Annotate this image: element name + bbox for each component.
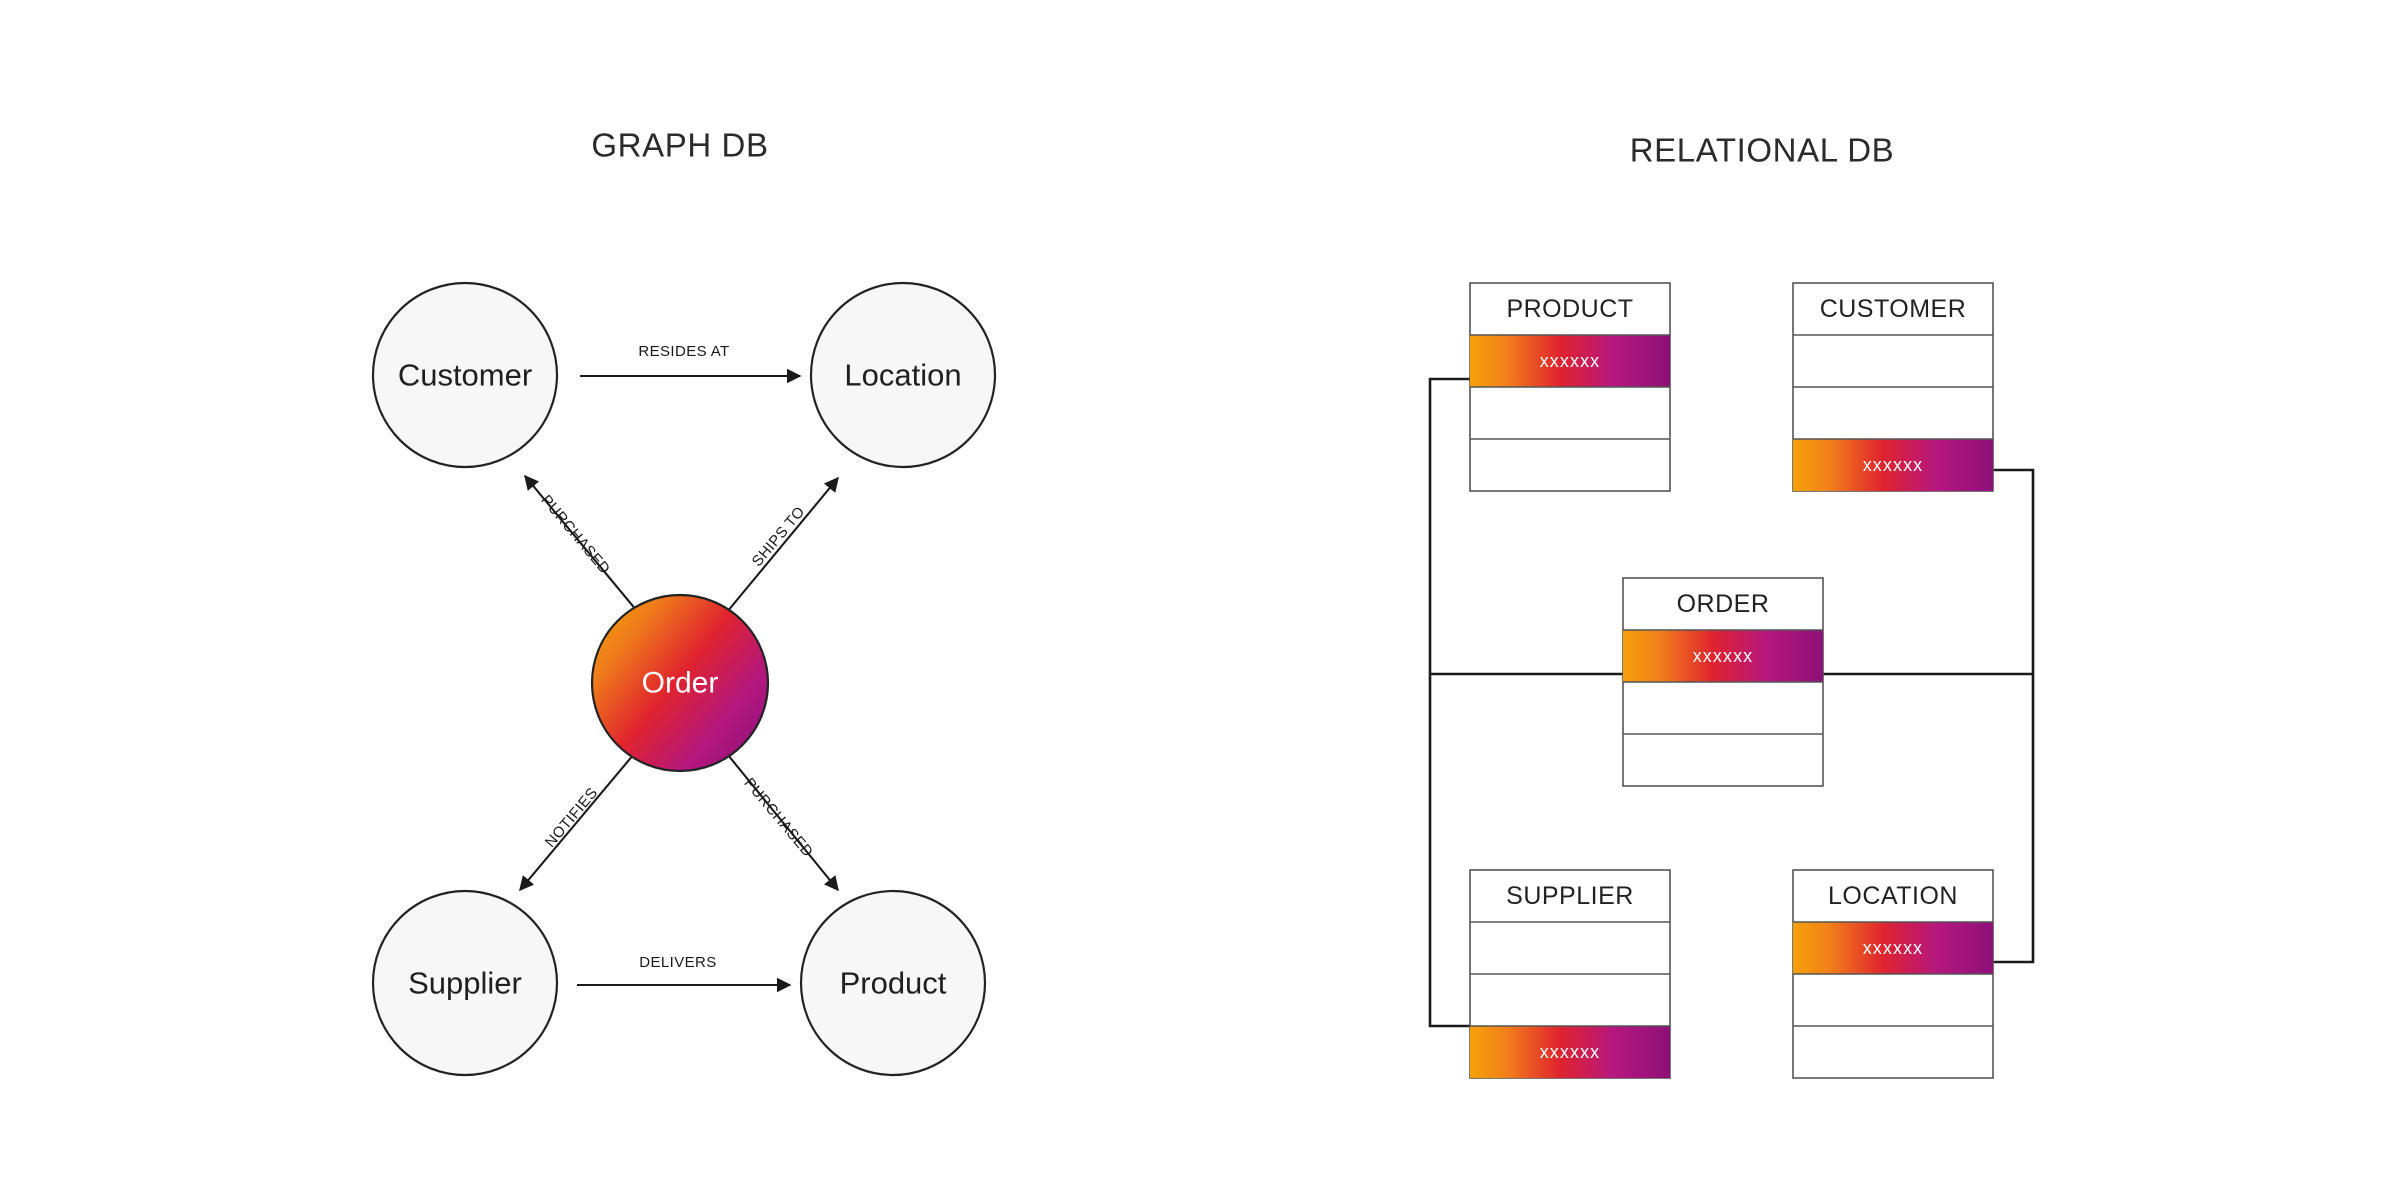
relational-table-product-key-value: xxxxxx (1540, 351, 1601, 371)
diagram-canvas: GRAPH DB RESIDES AT PURCHASED SHIPS TO N… (371, 127, 2035, 1079)
relational-table-location[interactable]: LOCATION xxxxxx (1792, 869, 1994, 1079)
graph-node-product-label: Product (840, 966, 947, 1001)
diagram-root: GRAPH DB RESIDES AT PURCHASED SHIPS TO N… (0, 0, 2400, 1200)
relational-table-supplier[interactable]: SUPPLIER xxxxxx (1469, 869, 1671, 1079)
relational-db-panel: RELATIONAL DB PRODUCT xxxxxx CUSTOMER xx… (1428, 132, 2035, 1079)
edge-ships-to[interactable]: SHIPS TO (726, 476, 839, 613)
edge-delivers[interactable]: DELIVERS (577, 954, 792, 993)
relational-table-order[interactable]: ORDER xxxxxx (1622, 577, 1824, 787)
edge-resides-at[interactable]: RESIDES AT (580, 343, 802, 384)
edge-ships-to-label: SHIPS TO (749, 503, 809, 570)
relational-table-customer-key-value: xxxxxx (1863, 455, 1924, 475)
relational-db-title: RELATIONAL DB (1630, 132, 1895, 169)
relational-table-location-name: LOCATION (1828, 882, 1958, 910)
relational-table-supplier-key-value: xxxxxx (1540, 1042, 1601, 1062)
graph-node-product[interactable]: Product (799, 889, 987, 1077)
edge-purchased-product[interactable]: PURCHASED (727, 754, 839, 892)
edge-purchased-customer[interactable]: PURCHASED (524, 474, 638, 612)
relational-table-product-name: PRODUCT (1506, 295, 1633, 323)
relational-table-order-key-value: xxxxxx (1693, 646, 1754, 666)
edge-notifies[interactable]: NOTIFIES (519, 753, 635, 892)
graph-node-location-label: Location (844, 358, 961, 393)
graph-node-customer-label: Customer (398, 358, 532, 393)
relational-table-customer-name: CUSTOMER (1820, 295, 1967, 323)
relational-table-supplier-name: SUPPLIER (1506, 882, 1634, 910)
edge-purchased-product-label: PURCHASED (740, 775, 816, 861)
graph-node-customer[interactable]: Customer (371, 281, 559, 469)
graph-node-order-label: Order (642, 667, 719, 700)
relational-table-customer[interactable]: CUSTOMER xxxxxx (1792, 282, 1994, 492)
connector-right-bus (1993, 468, 2035, 964)
relational-table-location-key-value: xxxxxx (1863, 938, 1924, 958)
graph-node-order[interactable]: Order (590, 593, 770, 773)
graph-db-panel: GRAPH DB RESIDES AT PURCHASED SHIPS TO N… (371, 127, 997, 1077)
graph-db-title: GRAPH DB (591, 127, 768, 164)
connector-left-bus (1428, 377, 1470, 1028)
graph-node-supplier-label: Supplier (408, 966, 522, 1001)
graph-node-location[interactable]: Location (809, 281, 997, 469)
relational-table-product[interactable]: PRODUCT xxxxxx (1469, 282, 1671, 492)
edge-purchased-customer-label: PURCHASED (537, 492, 613, 578)
relational-table-order-name: ORDER (1677, 590, 1770, 618)
edge-notifies-label: NOTIFIES (542, 784, 602, 850)
edge-delivers-label: DELIVERS (639, 954, 716, 971)
edge-resides-at-label: RESIDES AT (638, 343, 729, 360)
graph-node-supplier[interactable]: Supplier (371, 889, 559, 1077)
